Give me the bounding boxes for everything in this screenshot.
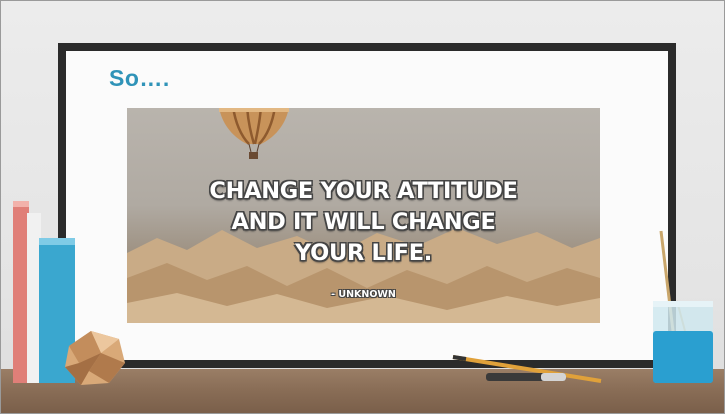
quote-line-1: CHANGE YOUR ATTITUDE [209, 178, 518, 204]
slide-heading: So…. [109, 65, 170, 91]
quote-image: CHANGE YOUR ATTITUDE AND IT WILL CHANGE … [127, 108, 600, 323]
hot-air-balloon-icon [219, 108, 289, 159]
slide: So…. CHANGE YOUR ATTITUDE AND IT WILL CH… [0, 0, 725, 414]
quote-line-3: YOUR LIFE. [294, 240, 433, 266]
quote-author: - UNKNOWN [331, 289, 396, 300]
wooden-desk [1, 369, 724, 413]
quote-text: CHANGE YOUR ATTITUDE AND IT WILL CHANGE … [127, 176, 600, 269]
quote-line-2: AND IT WILL CHANGE [231, 209, 496, 235]
